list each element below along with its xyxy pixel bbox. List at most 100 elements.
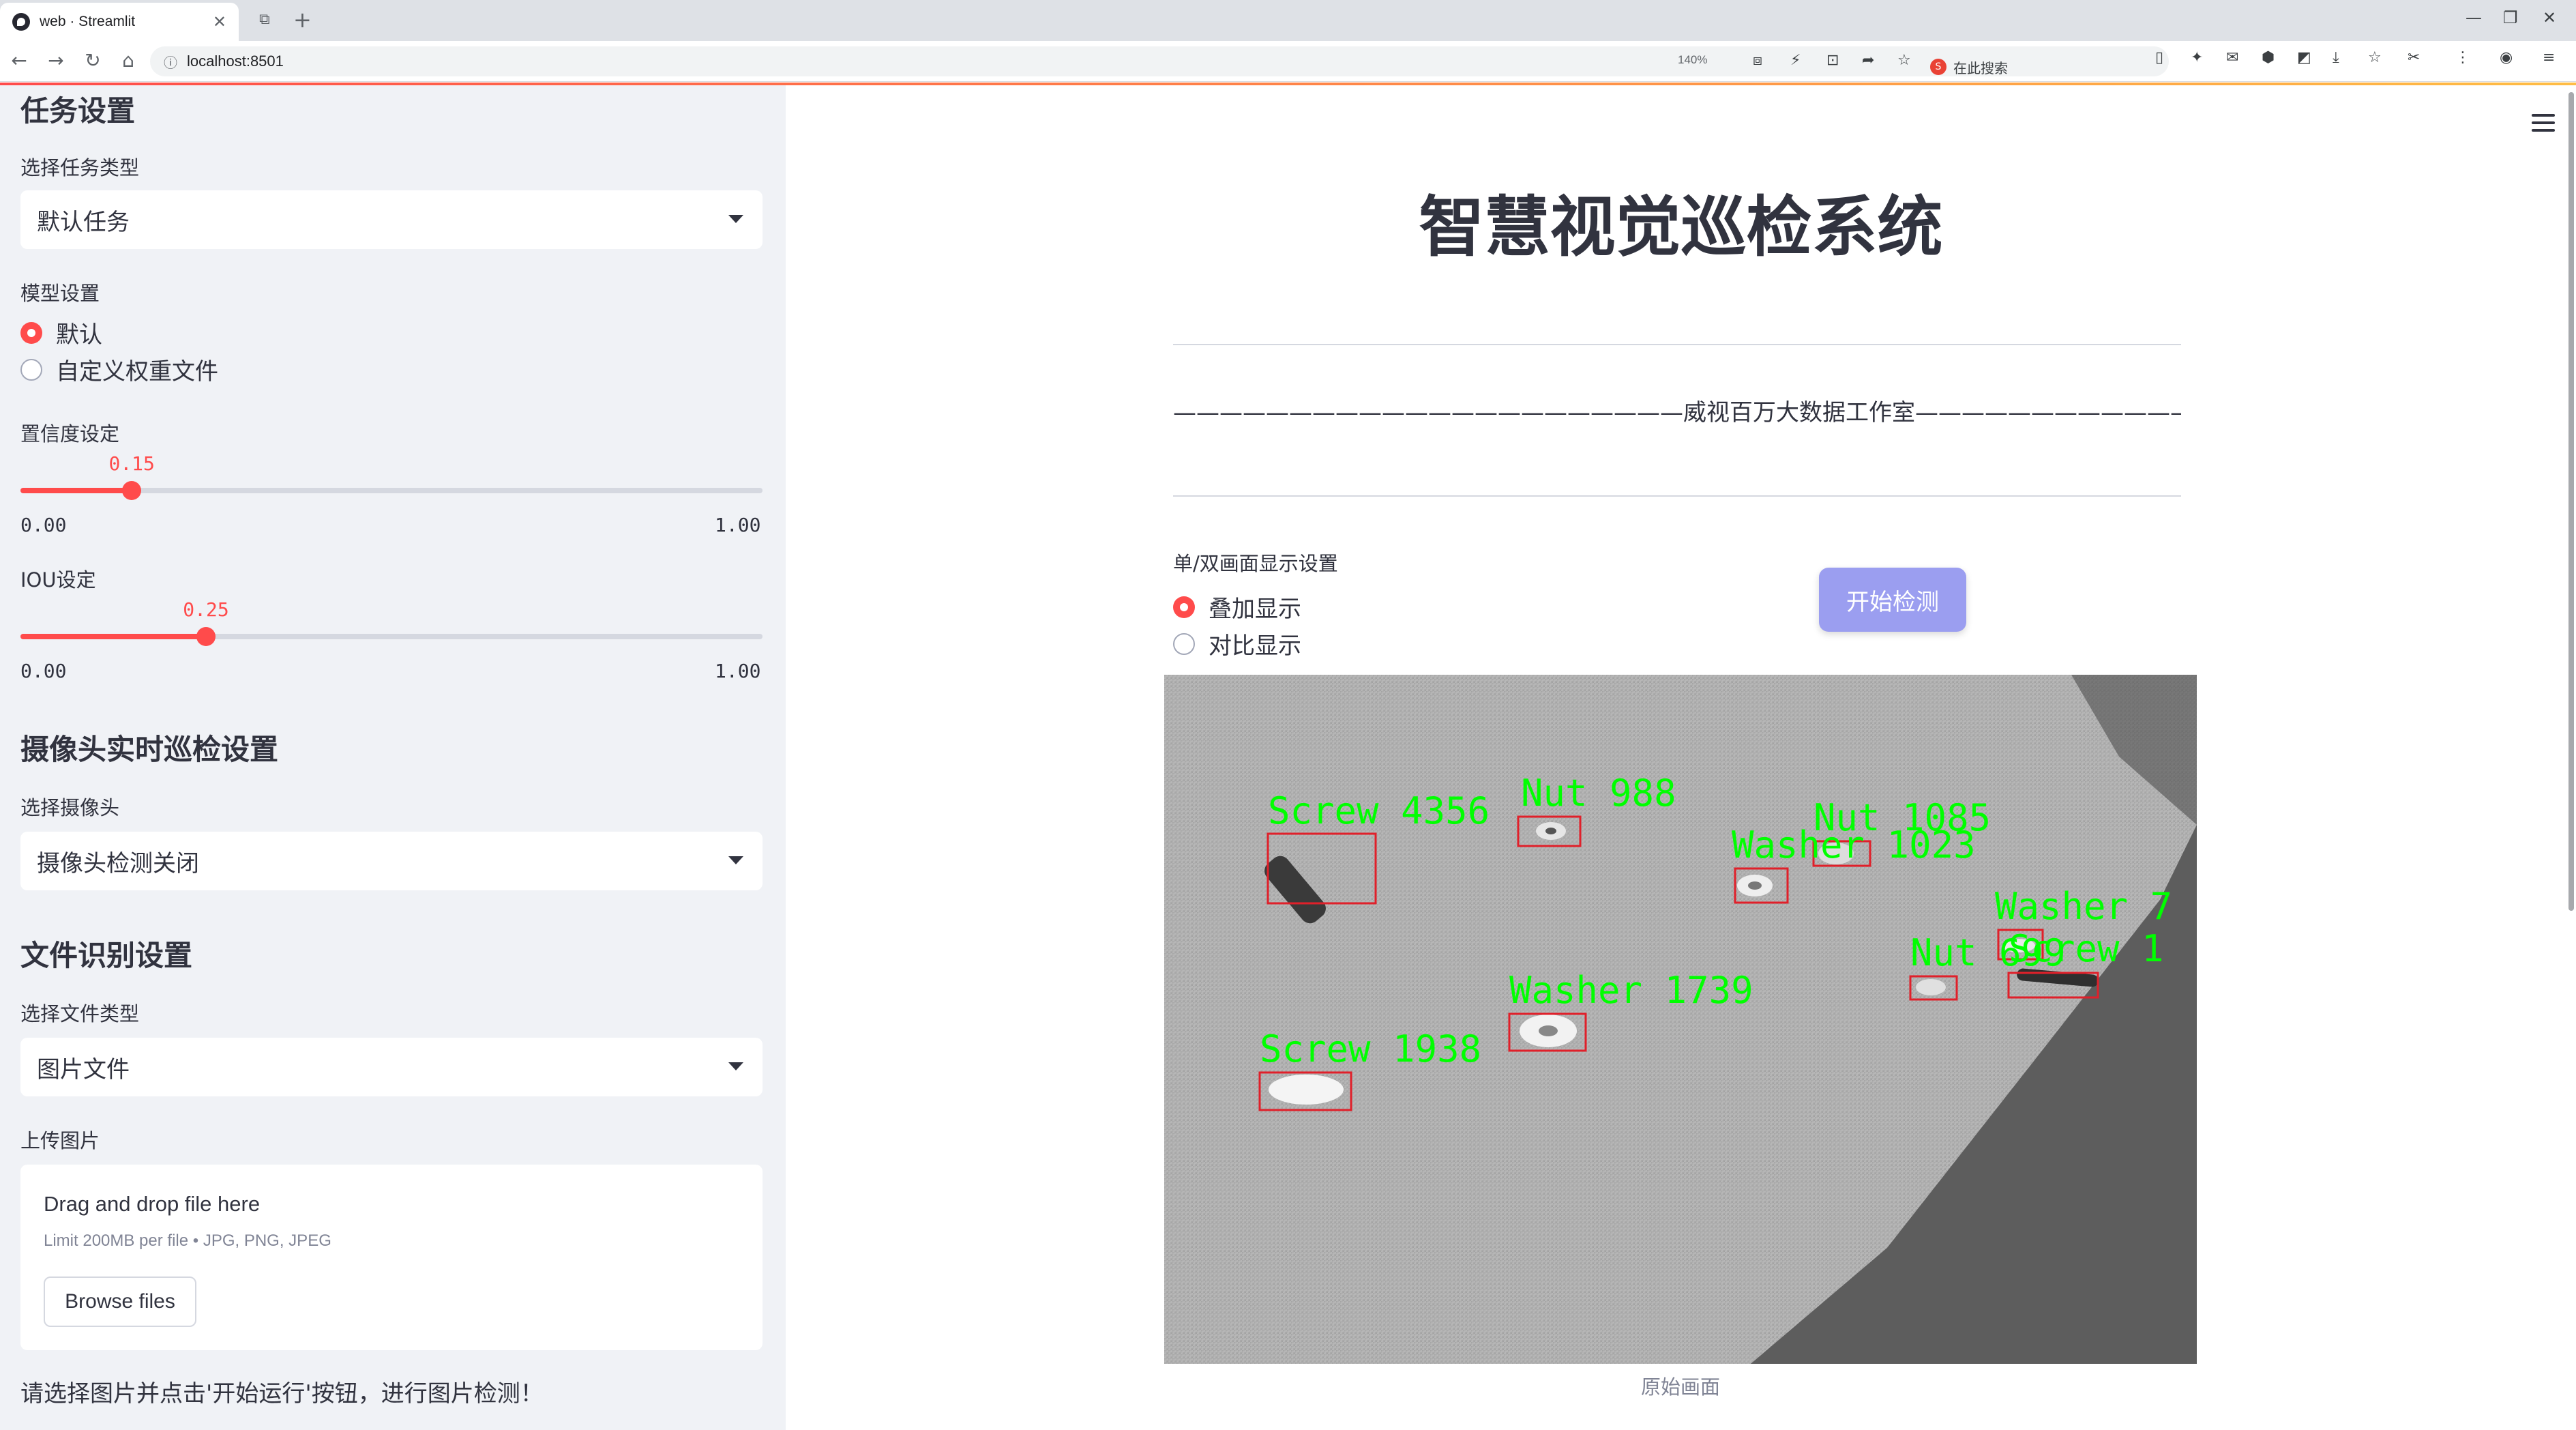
- instruction-note: 请选择图片并点击'开始运行'按钮，进行图片检测！: [20, 1380, 544, 1407]
- address-bar-row: ← → ↻ ⌂ ⓘ localhost:8501 140% ⧈ ⚡ ⊡ ➦ ☆ …: [0, 41, 2576, 82]
- drag-drop-text: Drag and drop file here: [44, 1192, 261, 1216]
- url-field[interactable]: ⓘ localhost:8501 140% ⧈ ⚡ ⊡ ➦ ☆ S 在此搜索: [150, 46, 2169, 76]
- download-icon[interactable]: ⤓: [2333, 49, 2339, 66]
- browse-files-button[interactable]: Browse files: [44, 1276, 196, 1327]
- lightning-icon[interactable]: ⚡: [1790, 52, 1801, 69]
- sidebar: 任务设置 选择任务类型 默认任务 模型设置 默认 自定义权重文件 置信度设定 0…: [0, 85, 786, 1430]
- studio-banner: ——————————————————————威视百万大数据工作室————————…: [1173, 399, 2181, 426]
- chevron-down-icon: [728, 215, 743, 223]
- search-placeholder[interactable]: 在此搜索: [1953, 57, 2008, 77]
- model-settings-label: 模型设置: [20, 282, 100, 305]
- forward-icon[interactable]: →: [42, 49, 70, 72]
- detection-label: Nut 988: [1521, 772, 1676, 815]
- favorites-icon[interactable]: ☆: [2368, 49, 2382, 66]
- file-settings-heading: 文件识别设置: [20, 939, 193, 972]
- iou-value: 0.25: [183, 598, 229, 621]
- extension-a-icon[interactable]: ✦: [2191, 49, 2203, 66]
- model-option-custom[interactable]: 自定义权重文件: [20, 353, 218, 386]
- display-option-label: 对比显示: [1209, 632, 1301, 660]
- detection-label: Screw 1938: [1260, 1027, 1481, 1070]
- radio-selected-icon[interactable]: [1173, 596, 1195, 618]
- extension-d-icon[interactable]: ◩: [2297, 49, 2311, 66]
- chevron-down-icon: [728, 856, 743, 864]
- file-type-label: 选择文件类型: [20, 1002, 140, 1025]
- detection-label: Washer 7: [1995, 885, 2172, 928]
- radio-selected-icon[interactable]: [20, 321, 42, 344]
- site-info-icon[interactable]: ⓘ: [164, 52, 177, 72]
- browser-tab[interactable]: web · Streamlit ✕: [0, 3, 239, 41]
- screenshot-icon[interactable]: ⊡: [1826, 52, 1839, 69]
- browser-tabbar: web · Streamlit ✕ ⧉ + — ❐ ✕: [0, 0, 2576, 41]
- image-caption: 原始画面: [1640, 1375, 1720, 1399]
- extension-b-icon[interactable]: ✉: [2226, 49, 2238, 66]
- confidence-slider[interactable]: 0.15: [20, 452, 763, 500]
- app-menu-icon[interactable]: [2532, 114, 2555, 132]
- task-type-label: 选择任务类型: [20, 156, 140, 179]
- detection-result-image: Screw 4356 Nut 988 Nut 1085 Washer 1023 …: [1164, 675, 2197, 1364]
- page-title: 智慧视觉巡检系统: [1419, 189, 1943, 265]
- iou-slider-fill: [20, 634, 206, 639]
- task-type-select[interactable]: 默认任务: [20, 190, 763, 249]
- file-type-select[interactable]: 图片文件: [20, 1038, 763, 1096]
- confidence-max: 1.00: [715, 514, 761, 536]
- model-option-default[interactable]: 默认: [20, 316, 102, 349]
- close-tab-icon[interactable]: ✕: [213, 12, 226, 31]
- display-option-overlay[interactable]: 叠加显示: [1173, 590, 1301, 624]
- new-tab-icon[interactable]: +: [293, 7, 312, 33]
- browser-menu-icon[interactable]: ≡: [2543, 49, 2555, 66]
- translate-icon[interactable]: ⧈: [1753, 52, 1762, 69]
- detection-label: Washer 1739: [1509, 969, 1753, 1012]
- scissors-icon[interactable]: ✂: [2408, 49, 2420, 66]
- extension-c-icon[interactable]: ⬢: [2262, 49, 2275, 66]
- reading-mode-icon[interactable]: ▯: [2155, 49, 2163, 66]
- tab-groups-icon[interactable]: ⧉: [259, 11, 270, 28]
- detection-label: Screw 1: [2009, 927, 2164, 970]
- confidence-min: 0.00: [20, 514, 67, 536]
- tab-title: web · Streamlit: [40, 14, 136, 29]
- model-option-label: 自定义权重文件: [56, 358, 218, 385]
- task-type-value: 默认任务: [37, 208, 130, 236]
- main-content: 智慧视觉巡检系统 ——————————————————————威视百万大数据工作…: [786, 85, 2576, 1430]
- back-icon[interactable]: ←: [5, 49, 33, 72]
- home-icon[interactable]: ⌂: [115, 49, 142, 72]
- camera-select-value: 摄像头检测关闭: [37, 849, 199, 877]
- zoom-level[interactable]: 140%: [1678, 53, 1707, 67]
- detection-label: Washer 1023: [1732, 823, 1976, 866]
- upload-label: 上传图片: [20, 1129, 100, 1152]
- confidence-value: 0.15: [108, 452, 155, 475]
- minimize-icon[interactable]: —: [2466, 8, 2482, 27]
- confidence-slider-fill: [20, 488, 132, 493]
- restore-icon[interactable]: ❐: [2503, 8, 2518, 27]
- search-engine-box[interactable]: S 在此搜索: [1930, 52, 2142, 82]
- camera-select[interactable]: 摄像头检测关闭: [20, 832, 763, 890]
- url-text[interactable]: localhost:8501: [187, 53, 284, 70]
- camera-select-label: 选择摄像头: [20, 796, 120, 819]
- divider-top: [1173, 344, 2181, 345]
- streamlit-app: 任务设置 选择任务类型 默认任务 模型设置 默认 自定义权重文件 置信度设定 0…: [0, 83, 2576, 1430]
- detection-canvas: Screw 4356 Nut 988 Nut 1085 Washer 1023 …: [1164, 675, 2197, 1364]
- radio-unselected-icon[interactable]: [20, 358, 42, 381]
- display-option-label: 叠加显示: [1209, 596, 1301, 623]
- iou-min: 0.00: [20, 660, 67, 682]
- search-engine-icon: S: [1930, 59, 1946, 75]
- start-detection-button[interactable]: 开始检测: [1819, 568, 1966, 632]
- file-uploader-dropzone[interactable]: Drag and drop file here Limit 200MB per …: [20, 1165, 763, 1350]
- chevron-down-icon: [728, 1062, 743, 1070]
- confidence-slider-thumb[interactable]: [122, 481, 142, 500]
- more-menu-icon[interactable]: ⋮: [2455, 49, 2470, 66]
- reload-icon[interactable]: ↻: [79, 49, 106, 72]
- radio-unselected-icon[interactable]: [1173, 632, 1195, 655]
- share-icon[interactable]: ➦: [1862, 52, 1874, 69]
- bookmark-star-icon[interactable]: ☆: [1897, 52, 1911, 69]
- iou-slider[interactable]: 0.25: [20, 598, 763, 646]
- profile-avatar-icon[interactable]: ◉: [2500, 49, 2513, 66]
- iou-slider-thumb[interactable]: [196, 627, 216, 646]
- divider-bottom: [1173, 495, 2181, 497]
- model-option-label: 默认: [56, 321, 102, 349]
- confidence-label: 置信度设定: [20, 422, 120, 446]
- close-window-icon[interactable]: ✕: [2543, 8, 2556, 27]
- file-type-value: 图片文件: [37, 1055, 130, 1083]
- upload-limit-text: Limit 200MB per file • JPG, PNG, JPEG: [44, 1231, 331, 1250]
- display-option-compare[interactable]: 对比显示: [1173, 627, 1301, 660]
- detection-label: Screw 4356: [1268, 789, 1490, 832]
